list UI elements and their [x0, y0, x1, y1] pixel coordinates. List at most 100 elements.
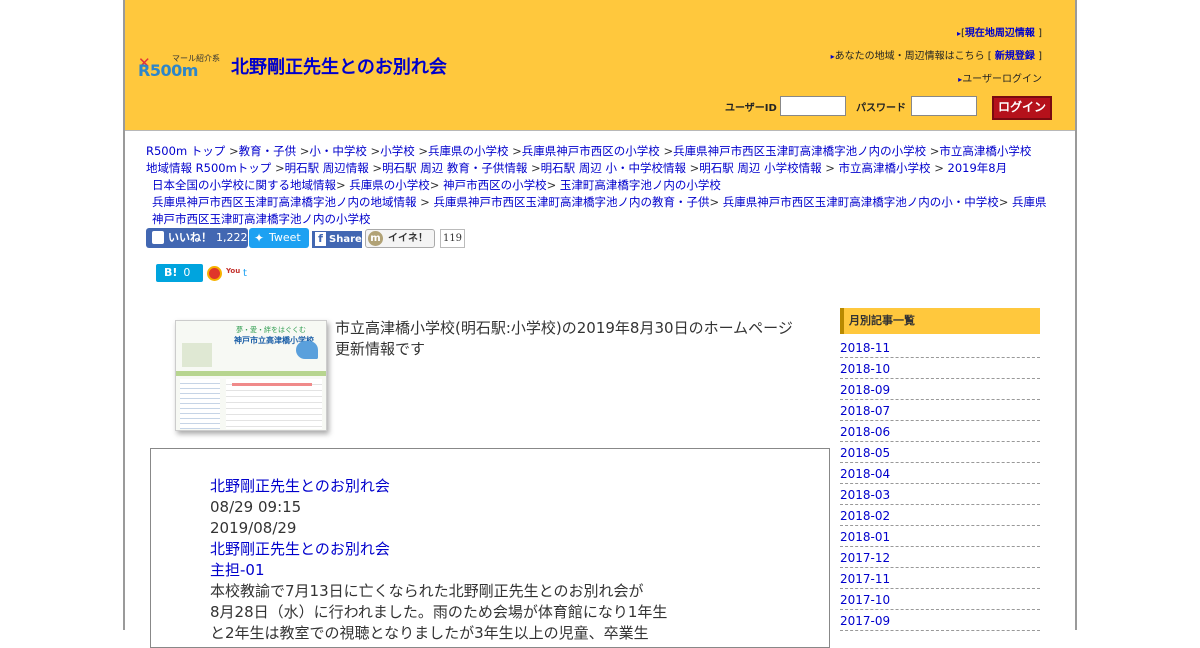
- month-link[interactable]: 2018-02: [840, 505, 1040, 526]
- breadcrumb-sep: >: [416, 195, 434, 209]
- month-link[interactable]: 2017-11: [840, 568, 1040, 589]
- breadcrumb-link[interactable]: 兵庫県の小学校: [428, 144, 509, 158]
- thumbnail-tagline: 夢・愛・絆をはぐくむ: [236, 326, 306, 334]
- breadcrumb-link[interactable]: 明石駅 周辺 教育・子供情報: [382, 161, 527, 175]
- thumbnail-body: [226, 379, 322, 429]
- homepage-screenshot-thumbnail[interactable]: 夢・愛・絆をはぐくむ 神戸市立高津橋小学校: [175, 320, 327, 431]
- breadcrumb-link[interactable]: 教育・子供: [239, 144, 297, 158]
- month-link[interactable]: 2017-09: [840, 610, 1040, 631]
- breadcrumb-link[interactable]: 小・中学校: [309, 144, 367, 158]
- article-date: 2019/08/29: [210, 519, 297, 537]
- thumbs-up-icon: [152, 231, 164, 244]
- thumbnail-photo: [182, 343, 212, 367]
- breadcrumb-link[interactable]: 地域情報 R500mトップ: [146, 161, 271, 175]
- breadcrumb-link[interactable]: 兵庫県神戸市西区玉津町高津橋字池ノ内の小学校: [673, 144, 926, 158]
- breadcrumb-sep: >: [546, 178, 560, 192]
- thumbnail-alert: [232, 383, 312, 386]
- fb-like-label: いいね！: [168, 231, 212, 244]
- month-link[interactable]: 2018-04: [840, 463, 1040, 484]
- mixi-label: イイネ！: [388, 233, 428, 244]
- article-title-link[interactable]: 北野剛正先生とのお別れ会: [210, 477, 390, 495]
- breadcrumb-sep: >: [271, 161, 285, 175]
- month-link[interactable]: 2018-07: [840, 400, 1040, 421]
- breadcrumb-sep: >: [821, 161, 839, 175]
- breadcrumb-link[interactable]: 玉津町高津橋字池ノ内の小学校: [560, 178, 721, 192]
- month-link[interactable]: 2017-12: [840, 547, 1040, 568]
- breadcrumb-link[interactable]: 明石駅 周辺 小学校情報: [699, 161, 821, 175]
- breadcrumb-sep: >: [225, 144, 239, 158]
- facebook-icon: f: [315, 232, 326, 246]
- twitter-icon[interactable]: t: [243, 268, 247, 279]
- breadcrumb-link[interactable]: 明石駅 周辺 小・中学校情報: [541, 161, 686, 175]
- facebook-like-button[interactable]: いいね！ 1,222: [146, 228, 248, 248]
- breadcrumb-link[interactable]: 兵庫県: [1012, 195, 1047, 209]
- nearby-info-link[interactable]: 現在地周辺情報: [965, 28, 1035, 39]
- youtube-label: You: [226, 267, 241, 275]
- hatena-bookmark-button[interactable]: B! 0: [156, 264, 203, 282]
- tweet-button[interactable]: ✦ Tweet: [249, 228, 309, 248]
- bird-mascot-icon: [296, 341, 318, 359]
- monthly-archive-sidebar: 月別記事一覧 2018-11 2018-10 2018-09 2018-07 2…: [840, 308, 1040, 631]
- breadcrumb-link[interactable]: 神戸市西区玉津町高津橋字池ノ内の小学校: [152, 212, 371, 226]
- article-body-line: 8月28日（水）に行われました。雨のため会場が体育館になり1年生: [210, 603, 668, 621]
- r500m-logo[interactable]: ✕ マール紹介系 R500m: [138, 54, 220, 80]
- breadcrumb-sep: >: [926, 144, 940, 158]
- hatena-label: B!: [164, 266, 178, 279]
- breadcrumb-link[interactable]: 明石駅 周辺情報: [285, 161, 369, 175]
- article-category-link[interactable]: 主担-01: [210, 561, 265, 579]
- month-link[interactable]: 2017-10: [840, 589, 1040, 610]
- breadcrumb-sep: >: [659, 144, 674, 158]
- breadcrumb-sep: >: [336, 178, 350, 192]
- month-list: 2018-11 2018-10 2018-09 2018-07 2018-06 …: [840, 337, 1040, 631]
- article-body-line: と2年生は教室での視聴となりましたが3年生以上の児童、卒業生: [210, 624, 649, 642]
- breadcrumb-sep: >: [930, 161, 948, 175]
- twitter-bird-icon: ✦: [254, 231, 265, 245]
- bracket: ]: [1038, 51, 1042, 62]
- month-link[interactable]: 2018-06: [840, 421, 1040, 442]
- breadcrumb-link[interactable]: 市立高津橋小学校: [839, 161, 931, 175]
- user-id-label: ユーザーID: [725, 103, 777, 114]
- breadcrumb-sep: >: [685, 161, 700, 175]
- password-label: パスワード: [856, 103, 906, 114]
- breadcrumb-link[interactable]: 2019年8月: [948, 161, 1008, 175]
- month-link[interactable]: 2018-01: [840, 526, 1040, 547]
- breadcrumb-link[interactable]: 日本全国の小学校に関する地域情報: [152, 178, 336, 192]
- breadcrumb-link[interactable]: R500m トップ: [146, 144, 225, 158]
- breadcrumb-link[interactable]: 兵庫県神戸市西区の小学校: [522, 144, 660, 158]
- breadcrumb-sep: >: [414, 144, 428, 158]
- breadcrumb-sep: >: [296, 144, 310, 158]
- breadcrumb-link[interactable]: 小学校: [380, 144, 415, 158]
- month-link[interactable]: 2018-05: [840, 442, 1040, 463]
- login-button[interactable]: ログイン: [992, 96, 1052, 120]
- breadcrumb-link[interactable]: 兵庫県神戸市西区玉津町高津橋字池ノ内の小・中学校: [723, 195, 999, 209]
- site-title[interactable]: 北野剛正先生とのお別れ会: [231, 53, 447, 79]
- article-title-link-2[interactable]: 北野剛正先生とのお別れ会: [210, 540, 390, 558]
- fb-like-count: 1,222: [216, 231, 248, 244]
- user-login-link[interactable]: ユーザーログイン: [962, 74, 1042, 85]
- password-input[interactable]: [911, 96, 977, 116]
- google-bookmark-icon[interactable]: [207, 266, 222, 281]
- month-link[interactable]: 2018-10: [840, 358, 1040, 379]
- breadcrumbs: R500m トップ >教育・子供 >小・中学校 >小学校 >兵庫県の小学校 >兵…: [146, 143, 1076, 228]
- breadcrumb-sep: >: [998, 195, 1013, 209]
- user-id-input[interactable]: [780, 96, 846, 116]
- mixi-check-button[interactable]: m イイネ！: [365, 229, 435, 248]
- youtube-icon[interactable]: You: [226, 267, 241, 281]
- breadcrumb-sep: >: [527, 161, 541, 175]
- facebook-share-button[interactable]: f Share: [312, 231, 362, 248]
- breadcrumb-link[interactable]: 兵庫県の小学校: [349, 178, 430, 192]
- breadcrumb-link[interactable]: 兵庫県神戸市西区玉津町高津橋字池ノ内の地域情報: [152, 195, 417, 209]
- month-link[interactable]: 2018-11: [840, 337, 1040, 358]
- month-link[interactable]: 2018-03: [840, 484, 1040, 505]
- register-link[interactable]: 新規登録: [995, 51, 1035, 62]
- month-link[interactable]: 2018-09: [840, 379, 1040, 400]
- page-border-right: [1075, 0, 1077, 630]
- breadcrumb-line-4: 兵庫県神戸市西区玉津町高津橋字池ノ内の地域情報 > 兵庫県神戸市西区玉津町高津橋…: [146, 194, 1076, 211]
- thumbnail-nav-bar: [176, 371, 326, 376]
- breadcrumb-link[interactable]: 神戸市西区の小学校: [443, 178, 547, 192]
- header-links: ▸[現在地周辺情報 ] ▸あなたの地域・周辺情報はこちら [ 新規登録 ] ▸ユ…: [831, 22, 1042, 91]
- breadcrumb-link[interactable]: 市立高津橋小学校: [939, 144, 1031, 158]
- bracket: ]: [1038, 28, 1042, 39]
- mixi-icon: m: [368, 231, 383, 246]
- breadcrumb-link[interactable]: 兵庫県神戸市西区玉津町高津橋字池ノ内の教育・子供: [433, 195, 709, 209]
